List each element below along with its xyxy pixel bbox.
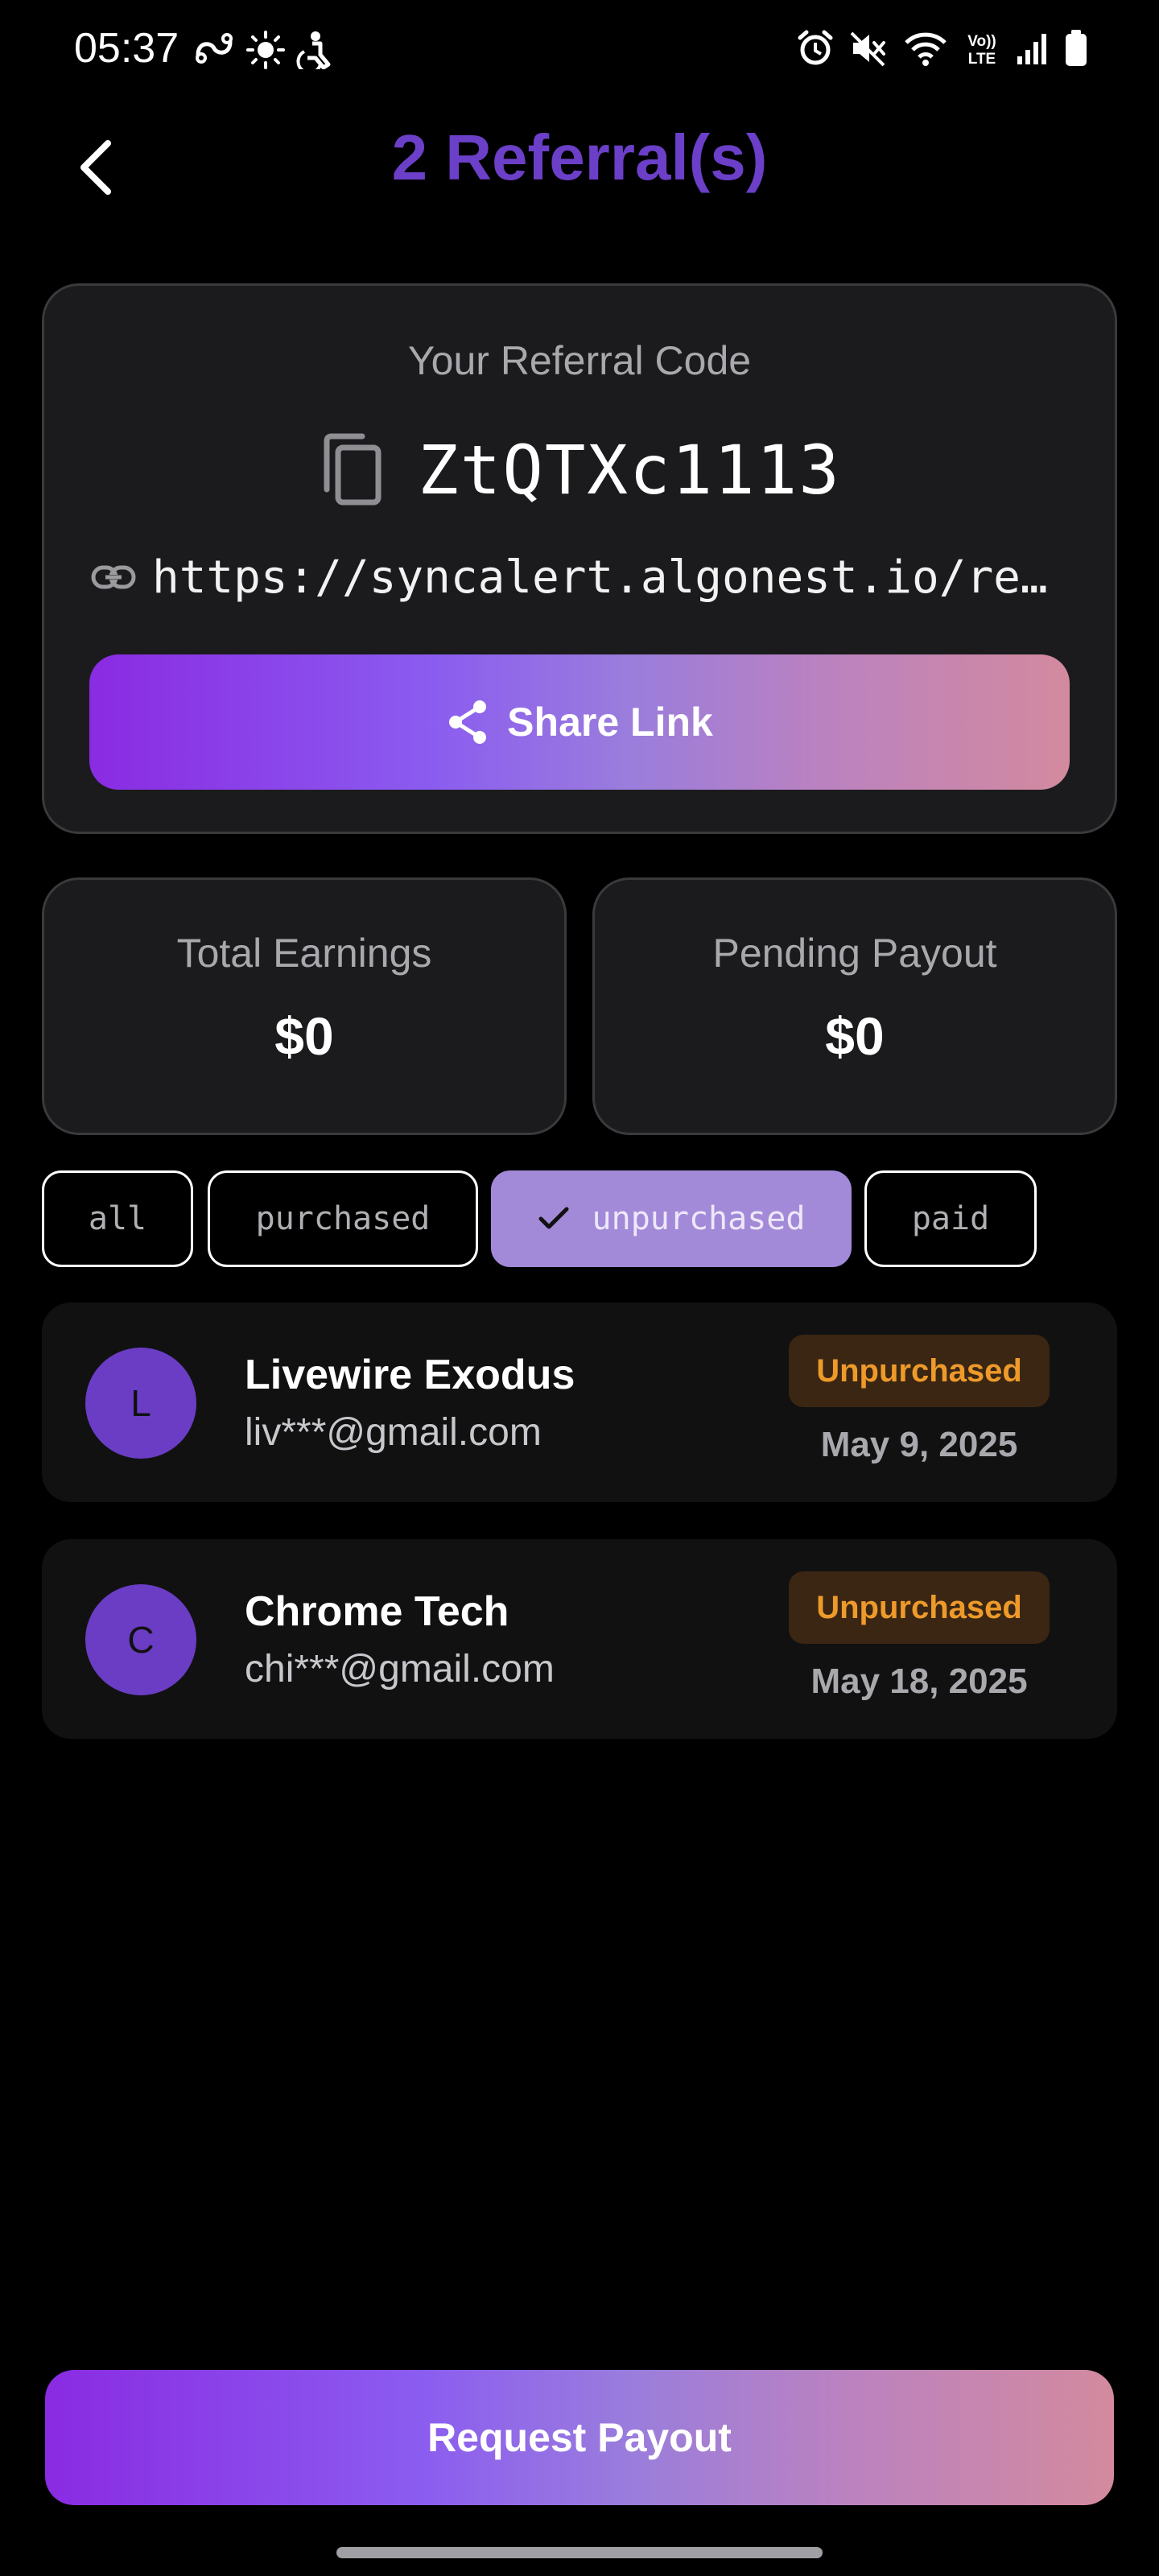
request-payout-button[interactable]: Request Payout [45,2370,1114,2505]
link-icon [196,33,233,64]
referral-date: May 9, 2025 [820,1425,1018,1464]
status-left-icons [193,31,332,69]
pending-payout-value: $0 [825,1006,885,1066]
alarm-icon [798,30,833,65]
battery-icon [1066,30,1087,66]
link-icon [91,565,136,589]
referral-code-card: Your Referral Code ZtQTXc1113 https://sy… [42,283,1117,834]
accessibility-icon [296,31,331,69]
status-right-icons: Vo)) LTE [797,29,1088,68]
share-icon [449,700,487,744]
check-icon [538,1207,569,1229]
page-title: 2 Referral(s) [391,122,768,193]
referral-name: Chrome Tech [245,1588,509,1635]
total-earnings-label: Total Earnings [176,931,432,976]
referral-link-row[interactable]: https://syncalert.algonest.io/referral/Z… [91,545,1068,609]
volte-icon: Vo))LTE [967,33,996,67]
filter-chip-unpurchased-label: unpurchased [592,1200,806,1237]
referral-email: liv***@gmail.com [245,1411,542,1454]
share-link-button[interactable]: Share Link [89,654,1070,790]
filter-chip-unpurchased[interactable]: unpurchased [491,1170,852,1267]
referral-url: https://syncalert.algonest.io/referral/Z… [152,551,1068,604]
referral-date: May 18, 2025 [810,1662,1028,1701]
copy-button[interactable] [318,431,386,509]
pending-payout-card: Pending Payout $0 [592,877,1117,1135]
referral-list-item[interactable]: L Livewire Exodus liv***@gmail.com Unpur… [42,1302,1117,1502]
referral-code-row: ZtQTXc1113 [44,431,1115,510]
status-badge: Unpurchased [789,1335,1050,1407]
home-indicator[interactable] [336,2547,823,2558]
total-earnings-card: Total Earnings $0 [42,877,567,1135]
wifi-icon [905,32,947,66]
avatar: L [85,1348,196,1459]
filter-chip-paid[interactable]: paid [864,1170,1037,1267]
svg-text:Vo)): Vo)) [967,33,996,50]
status-time: 05:37 [74,25,179,72]
status-badge: Unpurchased [789,1571,1050,1644]
referral-name: Livewire Exodus [245,1352,575,1398]
svg-text:LTE: LTE [968,51,996,67]
referral-code-label: Your Referral Code [407,338,752,383]
total-earnings-value: $0 [274,1006,334,1066]
copy-icon [324,433,382,506]
pending-payout-label: Pending Payout [712,931,997,976]
referral-list-item[interactable]: C Chrome Tech chi***@gmail.com Unpurchas… [42,1539,1117,1739]
share-link-label: Share Link [507,700,713,745]
avatar: C [85,1584,196,1695]
filter-chip-all[interactable]: all [42,1170,193,1267]
status-bar: 05:37 Vo)) LTE [0,0,1159,103]
filter-chip-purchased[interactable]: purchased [208,1170,478,1267]
referral-email: chi***@gmail.com [245,1648,555,1690]
brightness-icon [246,31,285,69]
request-payout-label: Request Payout [427,2415,732,2460]
mute-icon [850,31,885,67]
referral-code: ZtQTXc1113 [418,431,841,510]
signal-icon [1017,34,1046,64]
